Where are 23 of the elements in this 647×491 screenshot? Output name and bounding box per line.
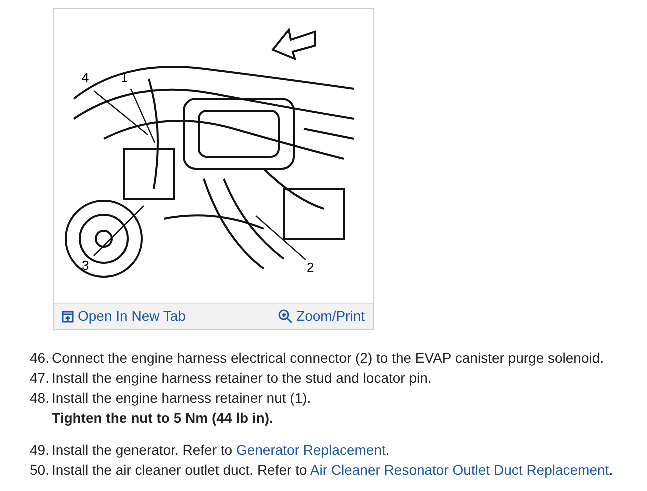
new-tab-icon	[62, 310, 74, 322]
callout-number: 1	[121, 71, 128, 84]
direction-arrow-icon	[271, 26, 317, 60]
open-in-new-tab-link[interactable]: Open In New Tab	[62, 306, 186, 327]
step-text: Install the generator. Refer to Generator Replacement.	[52, 441, 390, 460]
step-text: Install the air cleaner outlet duct. Refer to Air Cleaner Resonator Outlet Duct Replacement.	[52, 461, 614, 480]
zoom-print-link[interactable]: Zoom/Print	[278, 306, 365, 327]
step-number: 46.	[30, 349, 50, 368]
reference-link[interactable]: Air Cleaner Resonator Outlet Duct Replacement	[310, 462, 610, 478]
callout-number: 3	[82, 259, 90, 272]
step-number: 50.	[30, 461, 50, 480]
step-number: 47.	[30, 369, 50, 388]
reference-link[interactable]: Generator Replacement	[236, 442, 386, 458]
step-number: 49.	[30, 441, 50, 460]
callout-number: 2	[307, 261, 314, 274]
torque-note: Tighten the nut to 5 Nm (44 lb in).	[52, 409, 274, 428]
step-text: Connect the engine harness electrical connector (2) to the EVAP canister purge solenoid.	[52, 349, 604, 368]
step-text: Install the engine harness retainer nut (1).	[52, 389, 312, 408]
callout-number: 4	[82, 71, 90, 84]
step-number: 48.	[30, 389, 50, 408]
step-text: Install the engine harness retainer to the stud and locator pin.	[52, 369, 432, 388]
leader-line	[92, 204, 147, 259]
zoom-icon	[278, 309, 293, 324]
